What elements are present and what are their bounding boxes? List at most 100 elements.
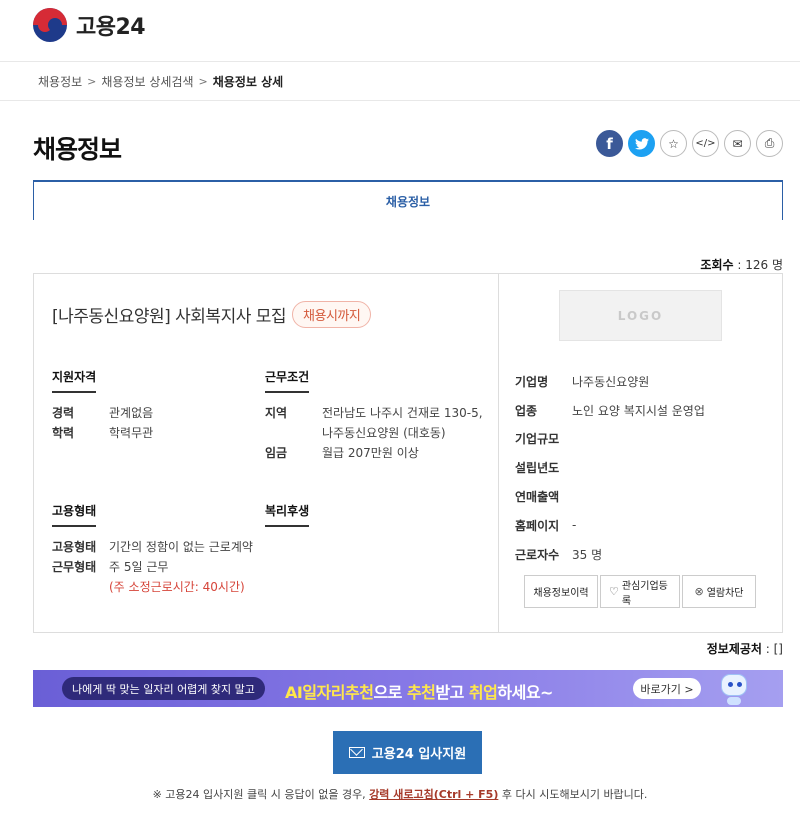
employment-type-label: 고용형태 (52, 540, 97, 554)
block-icon: ⊗ (694, 585, 704, 598)
wage-row: 임금 월급 207만원 이상 (265, 443, 483, 463)
ai-recommend-banner[interactable]: 나에게 딱 맞는 일자리 어렵게 찾지 말고 AI일자리추천으로 추천받고 취업… (33, 670, 783, 707)
industry-row: 업종 노인 요양 복지시설 운영업 (515, 396, 705, 425)
share-toolbar: f ☆ </> ✉ ⎙ (596, 130, 783, 157)
banner-ai-text: AI일자리추천 (285, 683, 374, 702)
revenue-label: 연매출액 (515, 490, 560, 505)
region-value-line2: 나주동신요양원 (대호동) (322, 426, 446, 440)
twitter-icon (634, 137, 649, 150)
qualification-section: 지원자격 경력 관계없음 학력 학력무관 (52, 366, 153, 443)
company-name-row: 기업명 나주동신요양원 (515, 367, 705, 396)
employment-type-row: 고용형태 기간의 정함이 없는 근로계약 (52, 537, 253, 557)
apply-button-label: 고용24 입사지원 (371, 747, 467, 762)
region-row: 지역 전라남도 나주시 건재로 130-5, 나주동신요양원 (대호동) (265, 403, 483, 443)
view-count-value: : 126 명 (737, 258, 783, 272)
industry-value: 노인 요양 복지시설 운영업 (572, 403, 705, 418)
tab-label: 채용정보 (385, 194, 431, 209)
qualification-heading: 지원자격 (52, 368, 97, 393)
work-type-label: 근무형태 (52, 560, 97, 574)
site-header: 고용24 (0, 0, 800, 62)
interest-company-label: 관심기업등록 (621, 580, 668, 607)
recruit-history-label: 채용정보이력 (533, 588, 589, 599)
wage-label: 임금 (265, 446, 288, 460)
company-actions: 채용정보이력 ♡ 관심기업등록 ⊗ 열람차단 (524, 575, 756, 608)
breadcrumb-item-search[interactable]: 채용정보 상세검색 (101, 73, 193, 90)
recruit-history-button[interactable]: 채용정보이력 (524, 575, 598, 608)
welfare-heading: 복리후생 (265, 502, 310, 527)
work-hours-note: (주 소정근로시간: 40시간) (109, 580, 245, 594)
work-type-value: 주 5일 근무 (109, 560, 169, 574)
career-value: 관계없음 (109, 406, 154, 420)
hard-refresh-link[interactable]: 강력 새로고침(Ctrl + F5) (369, 788, 498, 801)
conditions-section: 근무조건 지역 전라남도 나주시 건재로 130-5, 나주동신요양원 (대호동… (265, 366, 483, 463)
apply-notice-prefix: ※ 고용24 입사지원 클릭 시 응답이 없을 경우, (152, 788, 370, 801)
company-logo-placeholder: LOGO (559, 290, 722, 341)
banner-headline: AI일자리추천으로 추천받고 취업하세요~ (285, 679, 553, 703)
mail-icon: ✉ (732, 136, 743, 151)
view-count: 조회수 : 126 명 (700, 256, 783, 273)
banner-go-button[interactable]: 바로가기 > (633, 678, 701, 699)
apply-notice-suffix: 후 다시 시도해보시기 바랍니다. (498, 788, 648, 801)
conditions-heading: 근무조건 (265, 368, 310, 393)
breadcrumb: 채용정보 > 채용정보 상세검색 > 채용정보 상세 (0, 63, 800, 101)
education-row: 학력 학력무관 (52, 423, 153, 443)
company-info: 기업명 나주동신요양원 업종 노인 요양 복지시설 운영업 기업규모 설립년도 연매… (515, 367, 705, 569)
company-size-row: 기업규모 (515, 425, 705, 454)
employment-section: 고용형태 고용형태 기간의 정함이 없는 근로계약 근무형태 주 5일 근무 (… (52, 500, 253, 597)
career-row: 경력 관계없음 (52, 403, 153, 423)
info-provider-label: 정보제공처 (706, 642, 762, 656)
facebook-share-button[interactable]: f (596, 130, 623, 157)
facebook-icon: f (606, 134, 613, 153)
taegeuk-logo-icon (33, 8, 67, 42)
breadcrumb-current: 채용정보 상세 (212, 75, 284, 89)
view-count-label: 조회수 (700, 258, 734, 272)
work-type-row: 근무형태 주 5일 근무 (52, 557, 253, 577)
education-label: 학력 (52, 426, 75, 440)
company-name-label: 기업명 (515, 374, 549, 389)
welfare-section: 복리후생 (265, 500, 310, 527)
chevron-right-icon: > (87, 75, 97, 88)
logo-text: 고용24 (76, 15, 146, 40)
site-logo[interactable]: 고용24 (33, 8, 146, 42)
homepage-row: 홈페이지 - (515, 511, 705, 540)
job-detail-card: [나주동신요양원] 사회복지사 모집 채용시까지 지원자격 경력 관계없음 학력… (33, 273, 783, 633)
apply-button[interactable]: 고용24 입사지원 (333, 731, 482, 774)
banner-job-text: 취업 (468, 683, 498, 702)
founded-row: 설립년도 (515, 453, 705, 482)
mail-button[interactable]: ✉ (724, 130, 751, 157)
company-size-label: 기업규모 (515, 432, 560, 447)
banner-rec-text: 추천 (406, 683, 436, 702)
banner-pill: 나에게 딱 맞는 일자리 어렵게 찾지 말고 (62, 677, 265, 700)
page-title: 채용정보 (33, 135, 122, 164)
interest-company-button[interactable]: ♡ 관심기업등록 (600, 575, 680, 608)
wage-value: 월급 207만원 이상 (322, 446, 419, 460)
print-button[interactable]: ⎙ (756, 130, 783, 157)
homepage-label: 홈페이지 (515, 518, 560, 533)
heart-icon: ♡ (609, 585, 619, 598)
region-label: 지역 (265, 406, 288, 420)
bookmark-button[interactable]: ☆ (660, 130, 687, 157)
banner-mid-text: 으로 (373, 683, 407, 702)
star-icon: ☆ (668, 136, 679, 151)
printer-icon: ⎙ (764, 136, 775, 150)
twitter-share-button[interactable] (628, 130, 655, 157)
career-label: 경력 (52, 406, 75, 420)
revenue-row: 연매출액 (515, 482, 705, 511)
breadcrumb-item-recruit[interactable]: 채용정보 (38, 73, 82, 90)
block-view-label: 열람차단 (706, 588, 744, 599)
industry-label: 업종 (515, 403, 538, 418)
info-provider-value: : [] (765, 642, 783, 656)
robot-icon (715, 672, 751, 705)
job-summary: [나주동신요양원] 사회복지사 모집 채용시까지 지원자격 경력 관계없음 학력… (34, 274, 499, 632)
region-value: 전라남도 나주시 건재로 130-5, 나주동신요양원 (대호동) (322, 403, 483, 443)
employees-value: 35 명 (572, 547, 603, 562)
education-value: 학력무관 (109, 426, 154, 440)
embed-button[interactable]: </> (692, 130, 719, 157)
founded-label: 설립년도 (515, 461, 560, 476)
info-provider: 정보제공처 : [] (707, 640, 783, 657)
company-name-value: 나주동신요양원 (572, 374, 650, 389)
deadline-badge: 채용시까지 (292, 301, 372, 328)
tab-recruit-info[interactable]: 채용정보 (33, 180, 783, 220)
employment-type-value: 기간의 정함이 없는 근로계약 (109, 540, 253, 554)
block-view-button[interactable]: ⊗ 열람차단 (682, 575, 756, 608)
